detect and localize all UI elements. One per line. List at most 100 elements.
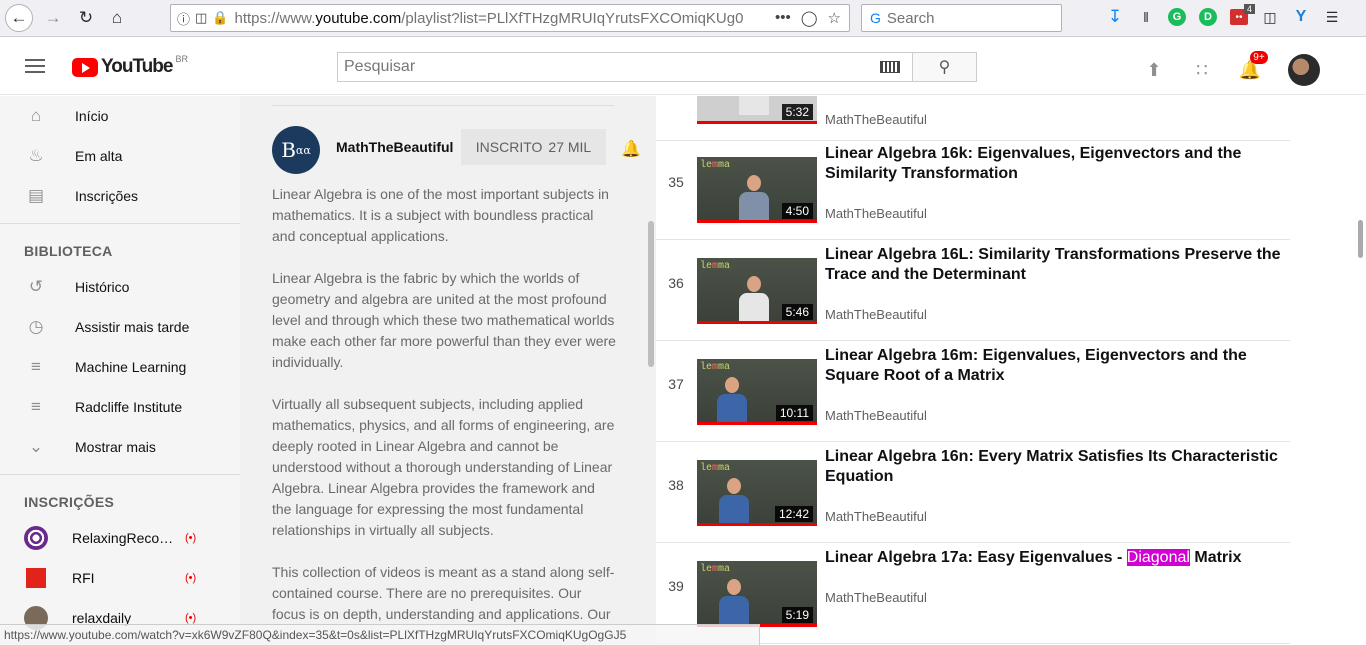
video-row[interactable]: 37 lemma 10:11 Linear Algebra 16m: Eigen…	[656, 342, 1290, 442]
url-text[interactable]: https://www.youtube.com/playlist?list=PL…	[235, 10, 767, 27]
video-index: 35	[668, 174, 684, 190]
video-channel[interactable]: MathTheBeautiful	[825, 206, 927, 221]
sidebar-toggle-icon[interactable]: ◫	[1259, 6, 1281, 28]
video-thumbnail[interactable]: lemma 4:50	[697, 157, 817, 223]
video-thumbnail[interactable]: lemma 10:11	[697, 359, 817, 425]
sidebar-item-label: Assistir mais tarde	[75, 319, 190, 335]
scrollbar-thumb[interactable]	[1358, 220, 1363, 258]
panel-scrollbar[interactable]	[646, 96, 656, 645]
guide-sidebar: ⌂ Início ♨ Em alta ▤ Inscrições BIBLIOTECA …	[0, 96, 240, 645]
sidebar-item-watch-later[interactable]: ◷ Assistir mais tarde	[0, 307, 240, 347]
video-thumbnail[interactable]: lemma 5:46	[697, 258, 817, 324]
extension-badge-icon[interactable]: •• 4	[1230, 4, 1255, 25]
bell-icon[interactable]: 🔔	[621, 139, 641, 158]
scrollbar-thumb[interactable]	[648, 221, 654, 367]
pocket-icon[interactable]: ◯	[801, 9, 818, 27]
playlist-icon: ≡	[31, 397, 41, 416]
video-thumbnail[interactable]: 5:32	[697, 96, 817, 124]
playlist-icon: ≡	[31, 357, 41, 376]
flame-icon: ♨	[28, 146, 44, 165]
video-row[interactable]: 38 lemma 12:42 Linear Algebra 16n: Every…	[656, 443, 1290, 543]
bookmark-star-icon[interactable]: ☆	[828, 9, 841, 27]
home-icon[interactable]: ⌂	[103, 4, 131, 32]
extension-d-icon[interactable]: D	[1199, 8, 1217, 26]
upload-icon[interactable]: ⬆	[1144, 59, 1164, 81]
permissions-icon[interactable]: ◫	[195, 10, 207, 26]
guide-menu-icon[interactable]	[25, 59, 45, 73]
video-title[interactable]: Linear Algebra 16k: Eigenvalues, Eigenve…	[825, 144, 1295, 184]
sidebar-sub-label: RelaxingRecordings	[72, 530, 177, 546]
search-placeholder: Pesquisar	[344, 58, 416, 75]
status-bar-url: https://www.youtube.com/watch?v=xk6W9vZF…	[0, 624, 760, 645]
video-index: 36	[668, 275, 684, 291]
video-duration: 10:11	[775, 405, 813, 421]
video-title[interactable]: Linear Algebra 16L: Similarity Transform…	[825, 245, 1295, 285]
video-title[interactable]: Linear Algebra 17a: Easy Eigenvalues - D…	[825, 548, 1295, 568]
video-row[interactable]: 5:32 MathTheBeautiful	[656, 96, 1290, 141]
sidebar-item-historico[interactable]: ↺ Histórico	[0, 267, 240, 307]
library-heading: BIBLIOTECA	[24, 243, 113, 259]
reload-icon[interactable]: ↻	[72, 4, 100, 32]
video-channel[interactable]: MathTheBeautiful	[825, 590, 927, 605]
info-icon[interactable]: ⓘ	[177, 9, 190, 28]
browser-search-field[interactable]: G Search	[861, 4, 1062, 32]
channel-name[interactable]: MathTheBeautiful	[336, 139, 453, 155]
video-channel[interactable]: MathTheBeautiful	[825, 112, 927, 127]
video-thumbnail[interactable]: lemma 12:42	[697, 460, 817, 526]
sidebar-sub-rfi[interactable]: RFI (•)	[0, 558, 240, 598]
sidebar-item-playlist-machine-learning[interactable]: ≡ Machine Learning	[0, 347, 240, 387]
video-thumbnail[interactable]: lemma 5:19	[697, 561, 817, 627]
sidebar-item-inscricoes[interactable]: ▤ Inscrições	[0, 176, 240, 216]
highlighted-search-term: Diagonal	[1126, 549, 1190, 566]
sidebar-item-playlist-radcliffe[interactable]: ≡ Radcliffe Institute	[0, 387, 240, 427]
apps-grid-icon[interactable]: ∷	[1192, 59, 1212, 81]
video-title[interactable]: Linear Algebra 16n: Every Matrix Satisfi…	[825, 447, 1295, 487]
subscriber-count: 27 MIL	[548, 139, 592, 155]
sidebar-item-label: Início	[75, 108, 109, 124]
sidebar-sub-relaxingrecordings[interactable]: RelaxingRecordings (•)	[0, 518, 240, 558]
divider	[0, 223, 240, 224]
grammarly-icon[interactable]: G	[1168, 8, 1186, 26]
youtube-logo[interactable]: YouTube BR	[72, 54, 188, 78]
forward-arrow-icon[interactable]: →	[39, 4, 67, 32]
extension-y-icon[interactable]: Y	[1290, 6, 1312, 28]
search-input[interactable]: Pesquisar	[337, 52, 913, 82]
channel-avatar	[24, 526, 48, 550]
video-title-text: Matrix	[1189, 549, 1242, 566]
history-icon: ↺	[28, 277, 44, 296]
channel-logo[interactable]: Bαα	[272, 126, 320, 174]
download-icon[interactable]: ↧	[1104, 6, 1126, 28]
library-icon[interactable]: ‖	[1135, 6, 1157, 28]
more-actions-icon[interactable]: •••	[775, 9, 791, 27]
notifications-bell-icon[interactable]: 🔔 9+	[1239, 51, 1268, 81]
video-channel[interactable]: MathTheBeautiful	[825, 307, 927, 322]
url-path: /playlist?list=PLlXfTHzgMRUIqYrutsFXCOmi…	[401, 9, 744, 27]
url-prefix: https://www.	[234, 9, 316, 27]
youtube-header: YouTube BR Pesquisar ⚲ ⬆ ∷ 🔔 9+	[0, 38, 1366, 95]
url-bar[interactable]: ⓘ ◫ 🔒 https://www.youtube.com/playlist?l…	[170, 4, 850, 32]
subscriptions-heading: INSCRIÇÕES	[24, 494, 115, 510]
video-row[interactable]: 35 lemma 4:50 Linear Algebra 16k: Eigenv…	[656, 140, 1290, 240]
live-icon: (•)	[185, 612, 197, 624]
sidebar-item-label: Mostrar mais	[75, 439, 156, 455]
keyboard-icon[interactable]	[880, 61, 900, 73]
video-channel[interactable]: MathTheBeautiful	[825, 509, 927, 524]
video-row[interactable]: 36 lemma 5:46 Linear Algebra 16L: Simila…	[656, 241, 1290, 341]
lock-icon: 🔒	[212, 10, 229, 25]
watched-progress-bar	[697, 523, 817, 526]
sidebar-item-label: Radcliffe Institute	[75, 399, 183, 415]
sidebar-item-label: Em alta	[75, 148, 123, 164]
sidebar-item-show-more[interactable]: ⌄ Mostrar mais	[0, 427, 240, 467]
sidebar-item-em-alta[interactable]: ♨ Em alta	[0, 136, 240, 176]
hamburger-menu-icon[interactable]: ☰	[1321, 6, 1343, 28]
back-arrow-icon[interactable]: ←	[5, 4, 33, 32]
extension-badge-count: 4	[1243, 4, 1255, 14]
subscribed-button[interactable]: INSCRITO 27 MIL	[461, 129, 606, 165]
avatar[interactable]	[1288, 54, 1320, 86]
video-channel[interactable]: MathTheBeautiful	[825, 408, 927, 423]
search-button[interactable]: ⚲	[912, 52, 977, 82]
notification-count-badge: 9+	[1250, 51, 1268, 64]
video-title[interactable]: Linear Algebra 16m: Eigenvalues, Eigenve…	[825, 346, 1295, 386]
sidebar-item-inicio[interactable]: ⌂ Início	[0, 96, 240, 136]
page-scrollbar[interactable]	[1356, 96, 1366, 645]
